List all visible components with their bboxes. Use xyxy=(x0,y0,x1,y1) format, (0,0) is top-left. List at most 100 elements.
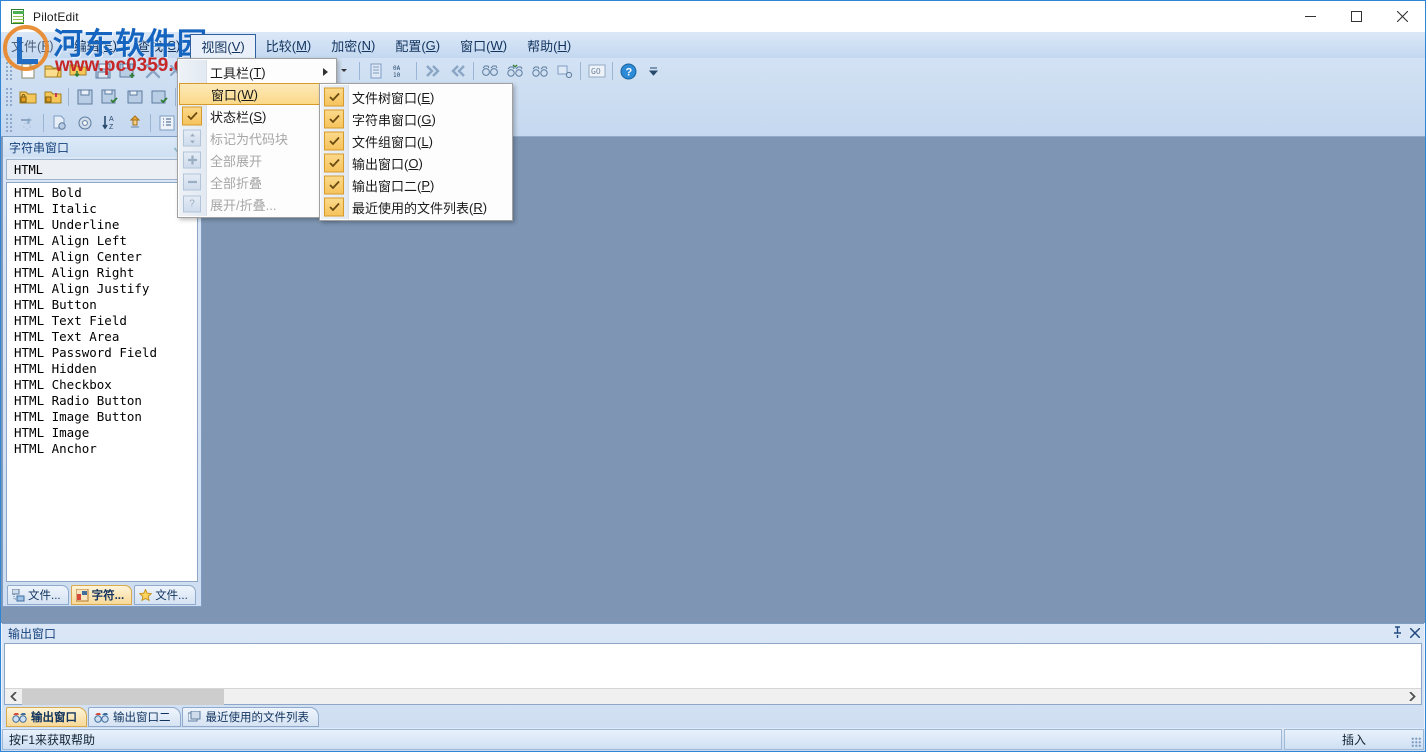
save-button[interactable] xyxy=(91,60,114,82)
close-file-button[interactable] xyxy=(141,60,164,82)
menu-item-window[interactable]: 窗口(W) xyxy=(179,83,335,105)
menu-search[interactable]: 查找(S) xyxy=(127,32,190,58)
file-settings-button[interactable] xyxy=(48,112,71,134)
tab-output-1[interactable]: 输出窗口 xyxy=(6,707,87,727)
menu-edit[interactable]: 编辑(E) xyxy=(64,32,127,58)
toolbar-grip-icon[interactable] xyxy=(5,61,13,81)
scrollbar-thumb[interactable] xyxy=(22,688,224,705)
collapse-left-button[interactable] xyxy=(446,60,469,82)
compare-button[interactable] xyxy=(478,60,501,82)
list-item[interactable]: HTML Radio Button xyxy=(7,393,197,409)
tab-recent-files[interactable]: 最近使用的文件列表 xyxy=(181,707,319,727)
help-button[interactable]: ? xyxy=(617,60,640,82)
output-text-area[interactable] xyxy=(4,643,1422,705)
save-encrypted-button[interactable] xyxy=(73,86,96,108)
minimize-button[interactable] xyxy=(1287,1,1333,32)
sort-az-button[interactable]: AZ xyxy=(98,112,121,134)
open-folder-button[interactable] xyxy=(41,60,64,82)
list-item[interactable]: HTML Hidden xyxy=(7,361,197,377)
compare-next-button[interactable] xyxy=(528,60,551,82)
open-encrypted-button[interactable] xyxy=(16,86,39,108)
new-file-button[interactable] xyxy=(16,60,39,82)
toolbar-grip-icon[interactable] xyxy=(5,113,13,133)
ftp-upload-button[interactable] xyxy=(16,112,39,134)
list-item[interactable]: HTML Password Field xyxy=(7,345,197,361)
tab-string-window[interactable]: 字符... xyxy=(70,585,133,605)
tab-file-group[interactable]: 文件... xyxy=(134,585,196,605)
maximize-button[interactable] xyxy=(1333,1,1379,32)
resize-grip-icon[interactable] xyxy=(1411,737,1421,747)
submenu-item-recent-files-list[interactable]: 最近使用的文件列表(R) xyxy=(320,196,512,218)
goto-button[interactable]: GO xyxy=(585,60,608,82)
close-button[interactable] xyxy=(1379,1,1425,32)
hex-ascii-button[interactable]: 0A 10 xyxy=(389,60,412,82)
list-item[interactable]: HTML Image Button xyxy=(7,409,197,425)
toolbar-separator xyxy=(580,62,581,80)
scroll-left-button[interactable] xyxy=(5,689,22,705)
menu-view[interactable]: 视图(V) xyxy=(190,34,256,59)
checkmark-icon xyxy=(324,131,344,151)
save-encrypted-check-button[interactable] xyxy=(98,86,121,108)
menu-compare[interactable]: 比较(M) xyxy=(256,32,322,58)
title-bar: PilotEdit xyxy=(1,1,1425,32)
list-item[interactable]: HTML Align Left xyxy=(7,233,197,249)
app-document-icon xyxy=(10,8,26,25)
tab-output-2[interactable]: 输出窗口二 xyxy=(88,707,181,727)
tab-label: 输出窗口 xyxy=(31,712,77,724)
compare-merge-button[interactable] xyxy=(503,60,526,82)
list-view-button[interactable] xyxy=(155,112,178,134)
pin-icon[interactable] xyxy=(1388,626,1406,641)
menu-help[interactable]: 帮助(H) xyxy=(517,32,581,58)
scrollbar-track[interactable] xyxy=(22,688,1404,705)
toolbar-chevron-icon[interactable] xyxy=(642,60,665,82)
output-horizontal-scrollbar[interactable] xyxy=(5,688,1421,705)
list-item[interactable]: HTML Align Center xyxy=(7,249,197,265)
settings-gear-button[interactable] xyxy=(73,112,96,134)
list-item[interactable]: HTML Align Right xyxy=(7,265,197,281)
tab-label: 文件... xyxy=(155,590,188,602)
scroll-right-button[interactable] xyxy=(1404,689,1421,705)
collapse-right-button[interactable] xyxy=(421,60,444,82)
compare-tool-button[interactable] xyxy=(553,60,576,82)
list-item[interactable]: HTML Anchor xyxy=(7,441,197,457)
list-item[interactable]: HTML Align Justify xyxy=(7,281,197,297)
menu-config[interactable]: 配置(G) xyxy=(385,32,450,58)
list-item[interactable]: HTML Bold xyxy=(7,185,197,201)
list-item[interactable]: HTML Underline xyxy=(7,217,197,233)
string-list[interactable]: HTML Bold HTML Italic HTML Underline HTM… xyxy=(6,182,198,582)
line-number-button[interactable] xyxy=(364,60,387,82)
save-as-button[interactable] xyxy=(116,60,139,82)
open-download-button[interactable] xyxy=(66,60,89,82)
output-panel-tabs: 输出窗口 输出窗口二 最近使用的文件列表 xyxy=(2,705,1424,728)
list-item[interactable]: HTML Checkbox xyxy=(7,377,197,393)
toolbar-separator xyxy=(612,62,613,80)
open-encrypted-download-button[interactable] xyxy=(41,86,64,108)
save-encrypted-as-button[interactable] xyxy=(123,86,146,108)
save-encrypted-all-button[interactable] xyxy=(148,86,171,108)
list-item[interactable]: HTML Button xyxy=(7,297,197,313)
tab-file-tree[interactable]: 文件... xyxy=(7,585,69,605)
submenu-item-string-window[interactable]: 字符串窗口(G) xyxy=(320,108,512,130)
panel-close-icon[interactable] xyxy=(1406,626,1424,641)
submenu-item-file-tree-window[interactable]: 文件树窗口(E) xyxy=(320,86,512,108)
list-item[interactable]: HTML Image xyxy=(7,425,197,441)
question-box-icon: ? xyxy=(183,195,201,213)
submenu-item-output-window[interactable]: 输出窗口(O) xyxy=(320,152,512,174)
checkmark-icon xyxy=(324,109,344,129)
menu-window[interactable]: 窗口(W) xyxy=(450,32,517,58)
toolbar-grip-icon[interactable] xyxy=(5,87,13,107)
minus-box-icon xyxy=(183,173,201,191)
menu-file[interactable]: 文件(F) xyxy=(1,32,64,58)
list-item[interactable]: HTML Italic xyxy=(7,201,197,217)
menu-item-toolbar[interactable]: 工具栏(T) xyxy=(178,61,336,83)
submenu-item-file-group-window[interactable]: 文件组窗口(L) xyxy=(320,130,512,152)
submenu-item-output-window-2[interactable]: 输出窗口二(P) xyxy=(320,174,512,196)
string-group-combo[interactable]: HTML xyxy=(6,159,198,180)
menu-encrypt[interactable]: 加密(N) xyxy=(321,32,385,58)
string-panel-tabs: 文件... 字符... 文件... xyxy=(3,582,201,606)
menu-item-collapse-all: 全部折叠 xyxy=(178,171,336,193)
move-up-button[interactable] xyxy=(123,112,146,134)
list-item[interactable]: HTML Text Field xyxy=(7,313,197,329)
list-item[interactable]: HTML Text Area xyxy=(7,329,197,345)
menu-item-statusbar[interactable]: 状态栏(S) xyxy=(178,105,336,127)
